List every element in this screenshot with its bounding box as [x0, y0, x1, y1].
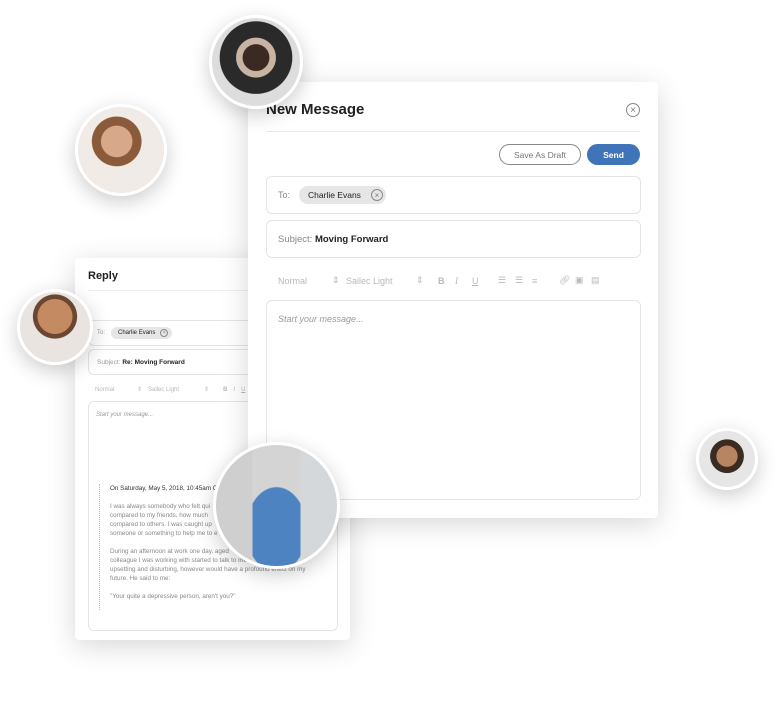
select-arrows-icon: ⇕ — [416, 275, 424, 285]
to-label: To: — [278, 190, 291, 200]
format-select[interactable]: Normal — [278, 276, 332, 286]
bold-button[interactable]: B — [223, 387, 227, 393]
recipient-chip: Charlie Evans × — [111, 327, 173, 339]
body-placeholder: Start your message... — [96, 412, 154, 418]
remove-recipient-icon[interactable]: × — [370, 189, 383, 201]
body-placeholder: Start your message... — [278, 314, 364, 324]
subject-field[interactable]: Subject: Moving Forward — [266, 220, 641, 258]
italic-button[interactable]: I — [455, 276, 472, 286]
bold-button[interactable]: B — [438, 276, 455, 286]
subject-value: Moving Forward — [314, 233, 389, 245]
recipient-name: Charlie Evans — [308, 190, 361, 200]
underline-button[interactable]: U — [241, 387, 245, 393]
avatar — [75, 104, 167, 196]
quote-paragraph: "Your quite a depressive person, aren't … — [110, 593, 236, 600]
avatar — [213, 442, 340, 569]
to-label: To: — [97, 330, 106, 336]
align-icon[interactable]: ≡ — [532, 276, 559, 286]
font-select[interactable]: Sailec Light — [148, 387, 198, 393]
select-arrows-icon: ⇕ — [137, 387, 143, 393]
font-select[interactable]: Sailec Light — [346, 276, 416, 286]
remove-recipient-icon[interactable]: × — [160, 329, 169, 337]
reply-toolbar: Normal ⇕ Sailec Light ⇕ BIU — [95, 386, 245, 394]
to-field[interactable]: To: Charlie Evans × — [266, 176, 641, 214]
recipient-name: Charlie Evans — [118, 330, 156, 336]
video-icon[interactable]: ▤ — [591, 275, 600, 286]
subject-label: Subject: — [278, 233, 313, 245]
italic-button[interactable]: I — [233, 387, 235, 393]
divider — [266, 131, 640, 132]
subject-value: Re: Moving Forward — [122, 358, 185, 366]
send-button[interactable]: Send — [587, 144, 640, 165]
select-arrows-icon: ⇕ — [332, 275, 340, 285]
format-toolbar: Normal ⇕ Sailec Light ⇕ BIU ☰ ☰ ≡ 🔗︎ ▣ ▤ — [278, 275, 600, 286]
underline-button[interactable]: U — [472, 276, 498, 286]
select-arrows-icon: ⇕ — [204, 387, 210, 393]
avatar — [209, 15, 303, 109]
ordered-list-icon[interactable]: ☰ — [498, 275, 515, 286]
save-draft-button[interactable]: Save As Draft — [499, 144, 581, 165]
close-icon[interactable]: × — [626, 103, 640, 117]
reply-title: Reply — [88, 270, 118, 282]
link-icon[interactable]: 🔗︎ — [559, 275, 575, 286]
image-icon[interactable]: ▣ — [575, 275, 591, 286]
subject-label: Subject: — [97, 358, 121, 366]
avatar — [696, 428, 758, 490]
format-select[interactable]: Normal — [95, 387, 131, 393]
bullet-list-icon[interactable]: ☰ — [515, 275, 532, 286]
recipient-chip: Charlie Evans × — [299, 186, 386, 204]
compose-title: New Message — [266, 101, 365, 118]
avatar — [17, 289, 93, 365]
